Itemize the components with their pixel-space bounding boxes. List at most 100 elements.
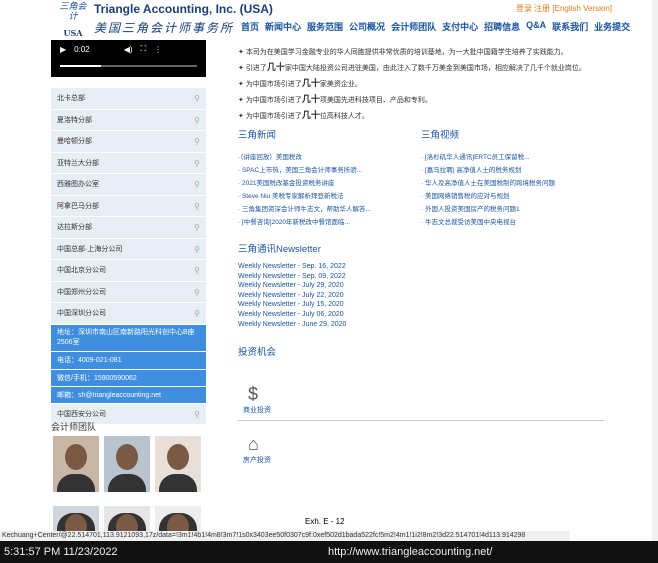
news-link[interactable]: · 三角集团资深会计师牛志文，帮助华人解答... xyxy=(238,203,418,216)
office-name: 阿拿巴马分部 xyxy=(57,202,99,210)
news-link[interactable]: · 2021美国税改基金投资税务讲座 xyxy=(238,177,418,190)
office-name: 亚特兰大分部 xyxy=(57,159,99,167)
nav-careers[interactable]: 招聘信息 xyxy=(484,20,520,33)
play-icon[interactable]: ▶ xyxy=(60,45,66,54)
newsletter-link[interactable]: Weekly Newsletter - July 06, 2020 xyxy=(238,310,346,320)
achievement-item: ✦ 引进了几十家中国大陆投资公司进驻美国，由此注入了数千万美金到美国市场，相应解… xyxy=(238,62,586,72)
office-item[interactable]: 达拉斯分部 ⚲ xyxy=(51,217,206,239)
nav-submit[interactable]: 业务提交 xyxy=(594,20,630,33)
page-scrollbar[interactable] xyxy=(652,0,658,541)
office-item[interactable]: 北卡总部 ⚲ xyxy=(51,88,206,110)
team-member-photo[interactable] xyxy=(104,506,150,540)
office-name: 中国北京分公司 xyxy=(57,267,106,274)
office-item[interactable]: 西雅图办公室 ⚲ xyxy=(51,174,206,196)
office-name: 曼哈顿分部 xyxy=(57,138,92,145)
money-bag-icon: $ xyxy=(248,384,259,404)
nav-payment[interactable]: 支付中心 xyxy=(442,20,478,33)
logo-cn-small: 三角会计 xyxy=(59,2,87,22)
video-progress-bar[interactable] xyxy=(60,65,197,67)
team-member-photo[interactable] xyxy=(155,506,201,540)
news-link[interactable]: · SPAC上市热，美国三角会计师事务所骄... xyxy=(238,164,418,177)
commercial-investment-link[interactable]: $ 商业投资 xyxy=(243,384,271,415)
location-pin-icon: ⚲ xyxy=(194,137,200,146)
office-item[interactable]: 阿拿巴马分部 ⚲ xyxy=(51,195,206,217)
location-pin-icon: ⚲ xyxy=(194,309,200,318)
more-options-icon[interactable]: ⋮ xyxy=(154,45,162,54)
video-link[interactable]: · 外国人投资美国房产的税务问题1 xyxy=(421,203,601,216)
video-link[interactable]: · 华人及高净值人士在美国税制的跨境税务问题 xyxy=(421,177,601,190)
nav-contact[interactable]: 联系我们 xyxy=(552,20,588,33)
team-section-title: 会计师团队 xyxy=(51,422,97,432)
office-phone: 电话：4009-021-081 xyxy=(51,351,206,370)
office-address: 地址：深圳市南山区南新路阳光科创中心B座2506室 xyxy=(51,324,206,352)
newsletter-link[interactable]: Weekly Newsletter - Sep. 09, 2022 xyxy=(238,272,346,282)
office-name: 达拉斯分部 xyxy=(57,224,92,231)
office-name: 北卡总部 xyxy=(57,95,85,102)
achievements-list: ✦ 本司为在美国学习金融专业的华人同胞提供非常优质的培训基地，为一大批中国籍学生… xyxy=(238,46,638,124)
office-item[interactable]: 夏洛特分部 ⚲ xyxy=(51,109,206,131)
investment-section-title[interactable]: 投资机会 xyxy=(238,344,276,358)
office-item[interactable]: 中国郑州分公司 ⚲ xyxy=(51,281,206,303)
office-list: 北卡总部 ⚲ 夏洛特分部 ⚲ 曼哈顿分部 ⚲ 亚特兰大分部 ⚲ 西雅图办公室 ⚲ 阿拿巴马… xyxy=(51,88,206,425)
house-icon: ⌂ xyxy=(248,434,259,454)
news-link[interactable]: · [中餐咨询]2020年新税改中餐馆面临... xyxy=(238,216,418,229)
newsletter-link[interactable]: Weekly Newsletter - July 29, 2020 xyxy=(238,281,346,291)
office-name: 西雅图办公室 xyxy=(57,181,99,188)
achievement-item: ✦ 本司为在美国学习金融专业的华人同胞提供非常优质的培训基地，为一大批中国籍学生… xyxy=(238,49,568,56)
newsletter-link[interactable]: Weekly Newsletter - Sep. 16, 2022 xyxy=(238,262,346,272)
location-pin-icon: ⚲ xyxy=(194,409,200,419)
location-pin-icon: ⚲ xyxy=(194,244,200,254)
site-header: 三角会计 USA Triangle Accounting, Inc. (USA)… xyxy=(0,0,658,40)
news-section-title[interactable]: 三角新闻 xyxy=(238,127,418,141)
office-item[interactable]: 中国北京分公司 ⚲ xyxy=(51,260,206,282)
office-email[interactable]: 邮箱：sh@triangleaccounting.net xyxy=(51,386,206,404)
news-link[interactable]: · Steve Niu 美税专家解析拜登新税法 xyxy=(238,190,418,203)
video-link[interactable]: · [嘉马拉聘] 高净值人士的税务规划 xyxy=(421,164,601,177)
office-item[interactable]: 亚特兰大分部 ⚲ xyxy=(51,152,206,174)
capture-footer: 5:31:57 PM 11/23/2022 http://www.triangl… xyxy=(0,541,658,563)
nav-home[interactable]: 首页 xyxy=(241,20,259,33)
office-item[interactable]: 中国深圳分公司 ⚲ xyxy=(51,303,206,325)
achievement-item: ✦ 为中国市场引进了几十项美国先进科技项目、产品和专利。 xyxy=(238,94,432,104)
achievement-item: ✦ 为中国市场引进了几十位高科技人才。 xyxy=(238,110,369,120)
news-link[interactable]: ·（讲座回放）美国税改 xyxy=(238,151,418,164)
newsletter-link[interactable]: Weekly Newsletter - June 29, 2020 xyxy=(238,320,346,330)
exhibit-label: Exh. E - 12 xyxy=(305,517,345,526)
logo-english-name: Triangle Accounting, Inc. (USA) xyxy=(94,2,273,16)
news-section: 三角新闻 ·（讲座回放）美国税改 · SPAC上市热，美国三角会计师事务所骄..… xyxy=(238,127,418,229)
team-member-photo[interactable] xyxy=(104,436,150,492)
real-estate-investment-link[interactable]: ⌂ 房产投资 xyxy=(243,434,271,465)
video-link[interactable]: · 美国网络销售税的应对与规划 xyxy=(421,190,601,203)
nav-about[interactable]: 公司概况 xyxy=(349,20,385,33)
location-pin-icon: ⚲ xyxy=(194,180,200,189)
team-member-photo[interactable] xyxy=(53,436,99,492)
team-member-photo[interactable] xyxy=(53,506,99,540)
nav-news[interactable]: 新闻中心 xyxy=(265,20,301,33)
volume-icon[interactable]: ◀) xyxy=(124,45,133,54)
logo-usa: USA xyxy=(63,28,83,38)
newsletter-link[interactable]: Weekly Newsletter - July 22, 2020 xyxy=(238,291,346,301)
video-player[interactable]: ▶ 0:02 ◀) ⛶ ⋮ xyxy=(51,40,206,77)
nav-qa[interactable]: Q&A xyxy=(526,20,546,33)
video-link[interactable]: · [洛杉矶华人通讯]ERTC员工保留税... xyxy=(421,151,601,164)
location-pin-icon: ⚲ xyxy=(194,287,200,297)
office-name: 中国西安分公司 xyxy=(57,410,106,418)
office-item[interactable]: 中国总部·上海分公司 ⚲ xyxy=(51,238,206,260)
nav-services[interactable]: 服务范围 xyxy=(307,20,343,33)
investment-label: 房产投资 xyxy=(243,457,271,464)
office-name: 中国郑州分公司 xyxy=(57,288,106,296)
office-item[interactable]: 曼哈顿分部 ⚲ xyxy=(51,131,206,153)
location-pin-icon: ⚲ xyxy=(194,201,200,211)
newsletter-section-title[interactable]: 三角通讯Newsletter xyxy=(238,241,321,255)
location-pin-icon: ⚲ xyxy=(194,94,200,103)
team-member-photo[interactable] xyxy=(155,436,201,492)
video-time: 0:02 xyxy=(74,44,90,54)
location-pin-icon: ⚲ xyxy=(194,115,200,125)
fullscreen-icon[interactable]: ⛶ xyxy=(141,44,147,54)
nav-team[interactable]: 会计师团队 xyxy=(391,20,436,33)
video-section-title[interactable]: 三角视频 xyxy=(421,127,601,141)
video-link[interactable]: · 牛志文总裁受访美国中央电视台 xyxy=(421,216,601,229)
newsletter-link[interactable]: Weekly Newsletter - July 15, 2020 xyxy=(238,300,346,310)
login-register-links[interactable]: 登录 注册 [English Version] xyxy=(516,3,612,14)
main-nav: 首页 新闻中心 服务范围 公司概况 会计师团队 支付中心 招聘信息 Q&A 联系… xyxy=(241,20,630,33)
